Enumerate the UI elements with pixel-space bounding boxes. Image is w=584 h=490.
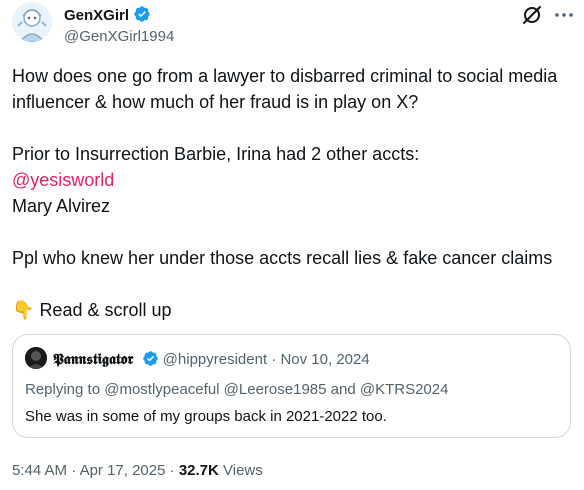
avatar-image <box>12 2 52 42</box>
tweet-line-1: How does one go from a lawyer to disbarr… <box>12 66 558 112</box>
footer-separator-2: · <box>169 462 175 479</box>
views-label: Views <box>223 462 263 479</box>
replying-to-prefix: Replying to <box>25 381 101 398</box>
quote-author-avatar[interactable] <box>25 347 47 369</box>
tweet-line-2: Prior to Insurrection Barbie, Irina had … <box>12 144 420 164</box>
quote-author-name[interactable]: 𝕻𝖆𝖓𝖓𝖘𝖙𝖎𝖌𝖆𝖙𝖔𝖗 <box>53 350 133 368</box>
reply-and: and <box>330 381 356 398</box>
author-handle[interactable]: @GenXGirl1994 <box>64 27 174 47</box>
tweet-time[interactable]: 5:44 AM <box>12 462 67 479</box>
quote-header: 𝕻𝖆𝖓𝖓𝖘𝖙𝖎𝖌𝖆𝖙𝖔𝖗 @hippyresident · Nov 10, 20… <box>53 349 370 373</box>
mention-link[interactable]: @yesisworld <box>12 170 114 190</box>
views-count[interactable]: 32.7K <box>179 462 219 479</box>
author-display-name[interactable]: GenXGirl <box>64 5 151 29</box>
quote-author-handle[interactable]: @hippyresident <box>163 351 267 368</box>
quoted-tweet-card[interactable]: 𝕻𝖆𝖓𝖓𝖘𝖙𝖎𝖌𝖆𝖙𝖔𝖗 @hippyresident · Nov 10, 20… <box>12 334 571 438</box>
quote-avatar-image <box>25 347 47 369</box>
quote-replying-to: Replying to @mostlypeaceful @Leerose1985… <box>25 380 448 400</box>
tweet-text: How does one go from a lawyer to disbarr… <box>12 63 576 323</box>
more-options-icon[interactable] <box>553 4 575 26</box>
author-avatar[interactable] <box>12 2 52 42</box>
reply-mention-1[interactable]: @mostlypeaceful <box>104 381 219 398</box>
verified-badge-icon <box>133 5 151 29</box>
footer-separator: · <box>71 462 77 479</box>
quote-date[interactable]: Nov 10, 2024 <box>280 351 369 368</box>
tweet-line-4: Ppl who knew her under those accts recal… <box>12 248 553 268</box>
reply-mention-3[interactable]: @KTRS2024 <box>360 381 449 398</box>
author-name-text: GenXGirl <box>64 7 130 24</box>
tweet-line-5: Read & scroll up <box>39 300 172 320</box>
tweet-metadata: 5:44 AM · Apr 17, 2025 · 32.7K Views <box>12 461 263 481</box>
quote-body-text: She was in some of my groups back in 202… <box>25 408 387 425</box>
grok-icon[interactable] <box>520 3 544 27</box>
reply-mention-2[interactable]: @Leerose1985 <box>224 381 327 398</box>
quote-separator: · <box>271 351 277 368</box>
tweet-date[interactable]: Apr 17, 2025 <box>80 462 166 479</box>
quote-verified-badge-icon <box>142 350 159 373</box>
pointing-down-emoji-icon: 👇 <box>12 300 35 320</box>
tweet-line-3: Mary Alvirez <box>12 196 111 216</box>
